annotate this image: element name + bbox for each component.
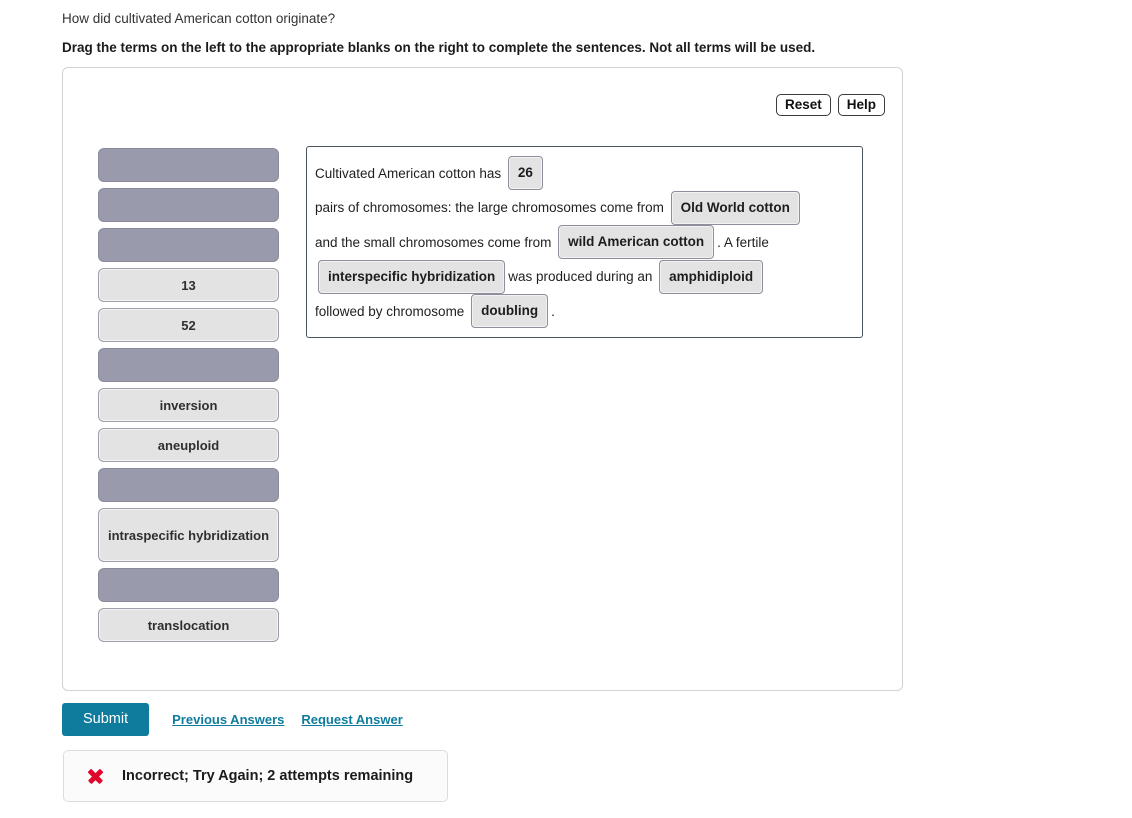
placed-token[interactable]: Old World cotton <box>670 190 800 225</box>
x-mark-icon <box>86 767 104 785</box>
reset-button[interactable]: Reset <box>775 94 831 116</box>
sentence-text: was produced during an <box>508 269 653 285</box>
term-option[interactable]: translocation <box>98 608 279 642</box>
term-slot-used <box>98 348 279 382</box>
feedback-banner: Incorrect; Try Again; 2 attempts remaini… <box>63 750 448 802</box>
placed-token[interactable]: interspecific hybridization <box>318 259 506 294</box>
term-option[interactable]: aneuploid <box>98 428 279 462</box>
submit-button[interactable]: Submit <box>62 703 150 736</box>
term-label: inversion <box>159 397 218 413</box>
term-option[interactable]: intraspecific hybridization <box>98 508 279 562</box>
term-label: translocation <box>147 617 230 633</box>
toolbar: Reset Help <box>775 94 885 116</box>
sentence-text: . A fertile <box>717 234 769 250</box>
previous-answers-link[interactable]: Previous Answers <box>172 712 284 727</box>
placed-token[interactable]: doubling <box>471 294 549 329</box>
term-label: aneuploid <box>157 437 220 453</box>
activity-panel: Reset Help 13 52 inversion aneuploid intrasp… <box>62 67 903 691</box>
placed-token[interactable]: amphidiploid <box>659 259 764 294</box>
term-label: intraspecific hybridization <box>107 527 270 543</box>
sentence-text: Cultivated American cotton has <box>315 166 502 181</box>
term-label: 13 <box>181 277 196 293</box>
term-option[interactable]: 52 <box>98 308 279 342</box>
sentence-text: pairs of chromosomes: the large chromoso… <box>315 200 664 216</box>
term-label: 52 <box>181 317 196 333</box>
term-option[interactable]: inversion <box>98 388 279 422</box>
term-bank: 13 52 inversion aneuploid intraspecific hybr… <box>98 148 279 642</box>
term-slot-used <box>98 568 279 602</box>
submit-row: Submit Previous Answers Request Answer <box>62 703 403 736</box>
instruction-text: Drag the terms on the left to the approp… <box>62 40 816 55</box>
sentence-text: . <box>551 303 555 319</box>
term-slot-used <box>98 228 279 262</box>
term-slot-used <box>98 468 279 502</box>
feedback-message: Incorrect; Try Again; 2 attempts remaini… <box>122 768 414 784</box>
sentence-drop-zone[interactable]: Cultivated American cotton has 26 pairs o… <box>306 146 863 339</box>
help-button[interactable]: Help <box>837 94 885 116</box>
placed-token[interactable]: wild American cotton <box>558 225 715 260</box>
sentence-text: followed by chromosome <box>315 303 465 319</box>
placed-token[interactable]: 26 <box>507 156 543 191</box>
term-slot-used <box>98 148 279 182</box>
sentence-text: and the small chromosomes come from <box>315 234 552 250</box>
request-answer-link[interactable]: Request Answer <box>301 712 402 727</box>
term-slot-used <box>98 188 279 222</box>
question-prompt: How did cultivated American cotton origi… <box>62 11 336 26</box>
term-option[interactable]: 13 <box>98 268 279 302</box>
